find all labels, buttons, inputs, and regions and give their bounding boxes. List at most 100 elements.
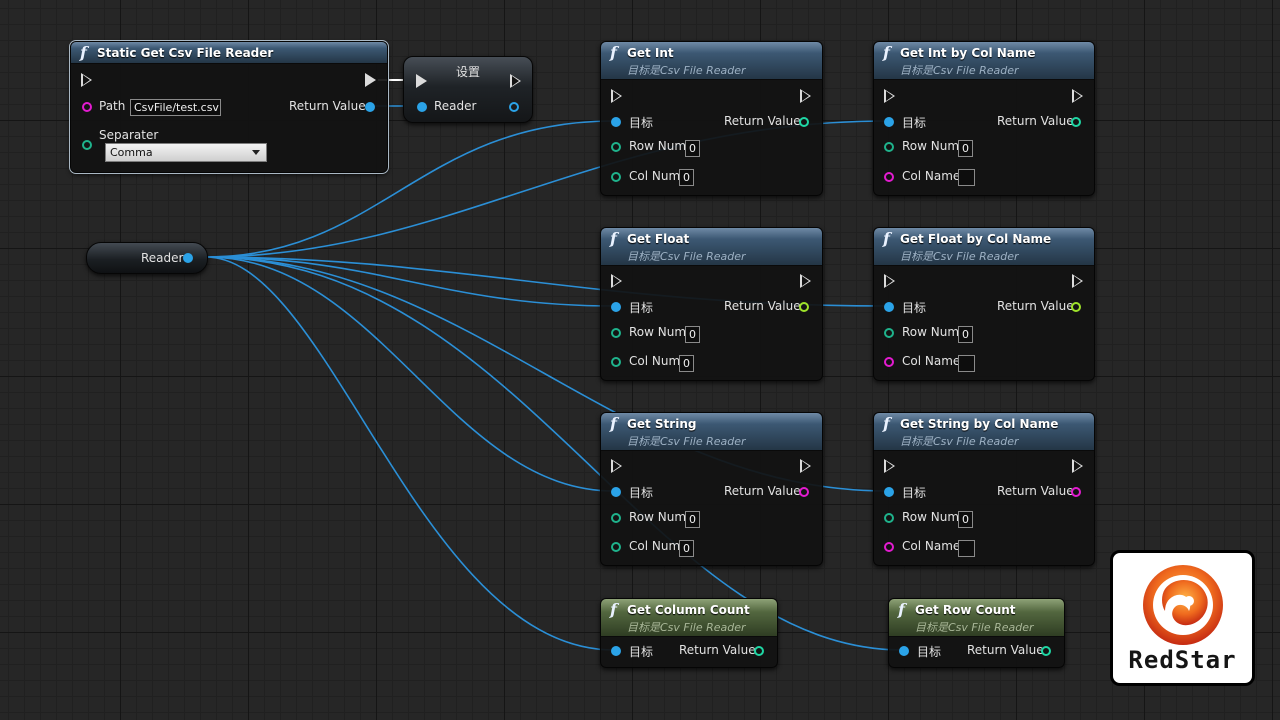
function-icon: f <box>883 414 890 433</box>
return-value-label: Return Value <box>997 114 1074 128</box>
exec-out-pin[interactable] <box>800 89 811 103</box>
set-exec-out-pin[interactable] <box>510 74 521 88</box>
target-pin[interactable] <box>884 117 894 127</box>
exec-in-pin[interactable] <box>611 89 622 103</box>
col-name-pin[interactable] <box>884 172 894 182</box>
reader-variable-output-pin[interactable] <box>183 253 193 263</box>
exec-in-pin[interactable] <box>611 459 622 473</box>
function-icon: f <box>610 600 617 619</box>
exec-in-pin[interactable] <box>884 459 895 473</box>
col-num-pin[interactable] <box>611 172 621 182</box>
target-pin[interactable] <box>611 302 621 312</box>
row-num-pin[interactable] <box>611 328 621 338</box>
row-num-input[interactable]: 0 <box>958 511 973 528</box>
col-num-label: Col Num <box>629 539 681 553</box>
row-num-label: Row Num <box>902 325 960 339</box>
col-num-pin[interactable] <box>611 542 621 552</box>
return-value-pin[interactable] <box>754 646 764 656</box>
exec-in-pin[interactable] <box>81 73 92 87</box>
get-column-count-node[interactable]: f Get Column Count 目标是Csv File Reader 目标… <box>600 598 778 668</box>
node-header: f Get Int by Col Name 目标是Csv File Reader <box>874 42 1094 80</box>
static-get-csv-file-reader-node[interactable]: f Static Get Csv File Reader Path CsvFil… <box>69 40 389 174</box>
row-num-input[interactable]: 0 <box>958 140 973 157</box>
exec-in-pin[interactable] <box>884 89 895 103</box>
row-num-input[interactable]: 0 <box>958 326 973 343</box>
set-reader-input-pin[interactable] <box>417 102 427 112</box>
col-name-input[interactable] <box>958 540 975 557</box>
exec-out-pin[interactable] <box>365 73 376 87</box>
return-value-pin[interactable] <box>1071 487 1081 497</box>
get-float-by-col-name-node[interactable]: f Get Float by Col Name 目标是Csv File Read… <box>873 227 1095 381</box>
node-title: Get Row Count <box>915 603 1016 617</box>
exec-out-pin[interactable] <box>800 274 811 288</box>
get-string-node[interactable]: f Get String 目标是Csv File Reader 目标 Retur… <box>600 412 823 566</box>
col-num-pin[interactable] <box>611 357 621 367</box>
row-num-input[interactable]: 0 <box>685 326 700 343</box>
set-reader-label: Reader <box>434 99 477 113</box>
col-name-input[interactable] <box>958 355 975 372</box>
row-num-label: Row Num <box>629 325 687 339</box>
return-value-pin[interactable] <box>1041 646 1051 656</box>
row-num-pin[interactable] <box>884 142 894 152</box>
row-num-input[interactable]: 0 <box>685 140 700 157</box>
row-num-pin[interactable] <box>884 513 894 523</box>
path-input[interactable]: CsvFile/test.csv <box>130 99 221 116</box>
target-pin[interactable] <box>611 117 621 127</box>
row-num-pin[interactable] <box>884 328 894 338</box>
node-title: Get Float by Col Name <box>900 232 1052 246</box>
node-subtitle: 目标是Csv File Reader <box>900 435 1019 448</box>
target-label: 目标 <box>629 301 654 315</box>
col-num-input[interactable]: 0 <box>679 540 694 557</box>
col-name-pin[interactable] <box>884 542 894 552</box>
get-int-by-col-name-node[interactable]: f Get Int by Col Name 目标是Csv File Reader… <box>873 41 1095 196</box>
node-header: f Get Float 目标是Csv File Reader <box>601 228 822 266</box>
get-row-count-node[interactable]: f Get Row Count 目标是Csv File Reader 目标 Re… <box>888 598 1065 668</box>
target-label: 目标 <box>917 645 942 659</box>
return-value-pin[interactable] <box>365 102 375 112</box>
col-num-input[interactable]: 0 <box>679 169 694 186</box>
exec-out-pin[interactable] <box>1072 274 1083 288</box>
return-value-pin[interactable] <box>799 302 809 312</box>
row-num-input[interactable]: 0 <box>685 511 700 528</box>
return-value-pin[interactable] <box>1071 302 1081 312</box>
set-reader-node[interactable]: 设置 Reader <box>403 56 533 123</box>
get-float-node[interactable]: f Get Float 目标是Csv File Reader 目标 Return… <box>600 227 823 381</box>
exec-out-pin[interactable] <box>1072 459 1083 473</box>
target-pin[interactable] <box>899 646 909 656</box>
return-value-label: Return Value <box>289 99 366 113</box>
path-pin[interactable] <box>82 102 92 112</box>
row-num-pin[interactable] <box>611 513 621 523</box>
node-subtitle: 目标是Csv File Reader <box>900 64 1019 77</box>
exec-out-pin[interactable] <box>1072 89 1083 103</box>
separater-pin[interactable] <box>82 140 92 150</box>
function-icon: f <box>898 600 905 619</box>
exec-out-pin[interactable] <box>800 459 811 473</box>
col-name-pin[interactable] <box>884 357 894 367</box>
col-name-input[interactable] <box>958 169 975 186</box>
separater-label: Separater <box>99 128 159 142</box>
separater-dropdown[interactable]: Comma <box>105 143 267 162</box>
function-icon: f <box>610 414 617 433</box>
col-num-label: Col Num <box>629 354 681 368</box>
target-pin[interactable] <box>884 487 894 497</box>
return-value-pin[interactable] <box>1071 117 1081 127</box>
get-string-by-col-name-node[interactable]: f Get String by Col Name 目标是Csv File Rea… <box>873 412 1095 566</box>
reader-variable-node[interactable]: Reader <box>86 242 208 274</box>
target-pin[interactable] <box>884 302 894 312</box>
set-exec-in-pin[interactable] <box>416 74 427 88</box>
target-pin[interactable] <box>611 646 621 656</box>
exec-in-pin[interactable] <box>884 274 895 288</box>
node-header: f Get Row Count 目标是Csv File Reader <box>889 599 1064 637</box>
node-title: Get Float <box>627 232 690 246</box>
row-num-pin[interactable] <box>611 142 621 152</box>
return-value-pin[interactable] <box>799 117 809 127</box>
target-pin[interactable] <box>611 487 621 497</box>
col-num-label: Col Num <box>629 169 681 183</box>
node-title: Get Int by Col Name <box>900 46 1036 60</box>
set-reader-output-pin[interactable] <box>509 102 519 112</box>
col-num-input[interactable]: 0 <box>679 355 694 372</box>
function-icon: f <box>610 229 617 248</box>
return-value-pin[interactable] <box>799 487 809 497</box>
get-int-node[interactable]: f Get Int 目标是Csv File Reader 目标 Return V… <box>600 41 823 196</box>
exec-in-pin[interactable] <box>611 274 622 288</box>
